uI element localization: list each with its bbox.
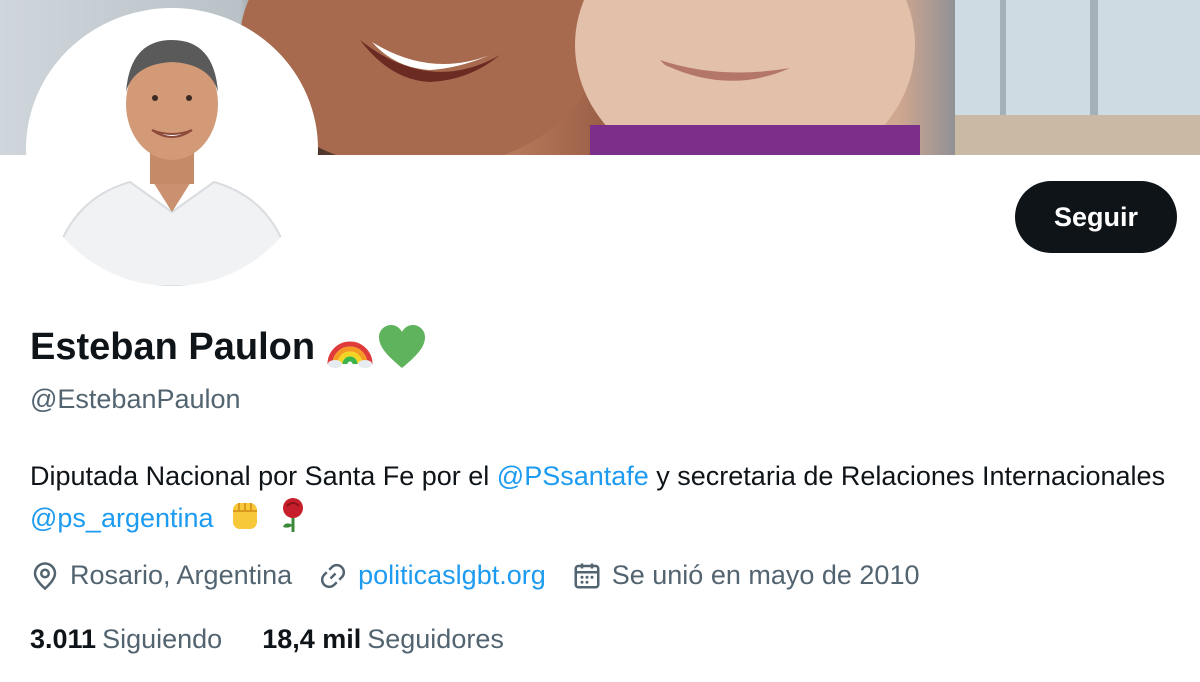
green-heart-emoji <box>379 325 426 368</box>
profile-location: Rosario, Argentina <box>30 560 292 591</box>
rose-emoji <box>282 498 303 532</box>
location-pin-icon <box>33 561 57 590</box>
profile-name-row: Esteban Paulon <box>30 324 427 370</box>
profile-website[interactable]: politicaslgbt.org <box>318 560 546 591</box>
raised-fist-emoji <box>233 503 258 529</box>
joined-text: Se unió en mayo de 2010 <box>611 560 920 590</box>
profile-bio: Diputada Nacional por Santa Fe por el @P… <box>30 455 1170 539</box>
location-text: Rosario, Argentina <box>70 560 293 590</box>
rainbow-emoji <box>327 341 373 368</box>
follow-button[interactable]: Seguir <box>1015 181 1177 253</box>
name-emojis <box>327 324 427 370</box>
bio-mention-pssantafe[interactable]: @PSsantafe <box>497 461 649 491</box>
bio-mention-ps-argentina[interactable]: @ps_argentina <box>30 503 214 533</box>
followers-count: 18,4 mil <box>262 624 362 654</box>
followers-stat[interactable]: 18,4 mil Seguidores <box>262 624 504 655</box>
bio-text-2: y secretaria de Relaciones Internacional… <box>648 461 1166 491</box>
link-icon <box>321 563 346 588</box>
profile-stats: 3.011 Siguiendo 18,4 mil Seguidores <box>30 624 544 655</box>
profile-name: Esteban Paulon <box>30 325 316 368</box>
profile-avatar[interactable] <box>26 8 318 290</box>
calendar-icon <box>574 563 600 588</box>
bio-text-1: Diputada Nacional por Santa Fe por el <box>30 461 497 491</box>
profile-joined: Se unió en mayo de 2010 <box>572 560 920 591</box>
website-link[interactable]: politicaslgbt.org <box>358 560 546 591</box>
following-count: 3.011 <box>30 624 97 654</box>
profile-meta: Rosario, Argentina politicaslgbt.org Se … <box>30 560 945 591</box>
following-label: Siguiendo <box>102 624 223 654</box>
following-stat[interactable]: 3.011 Siguiendo <box>30 624 222 655</box>
followers-label: Seguidores <box>367 624 504 654</box>
avatar-photo <box>30 12 314 286</box>
profile-handle: @EstebanPaulon <box>30 384 241 414</box>
